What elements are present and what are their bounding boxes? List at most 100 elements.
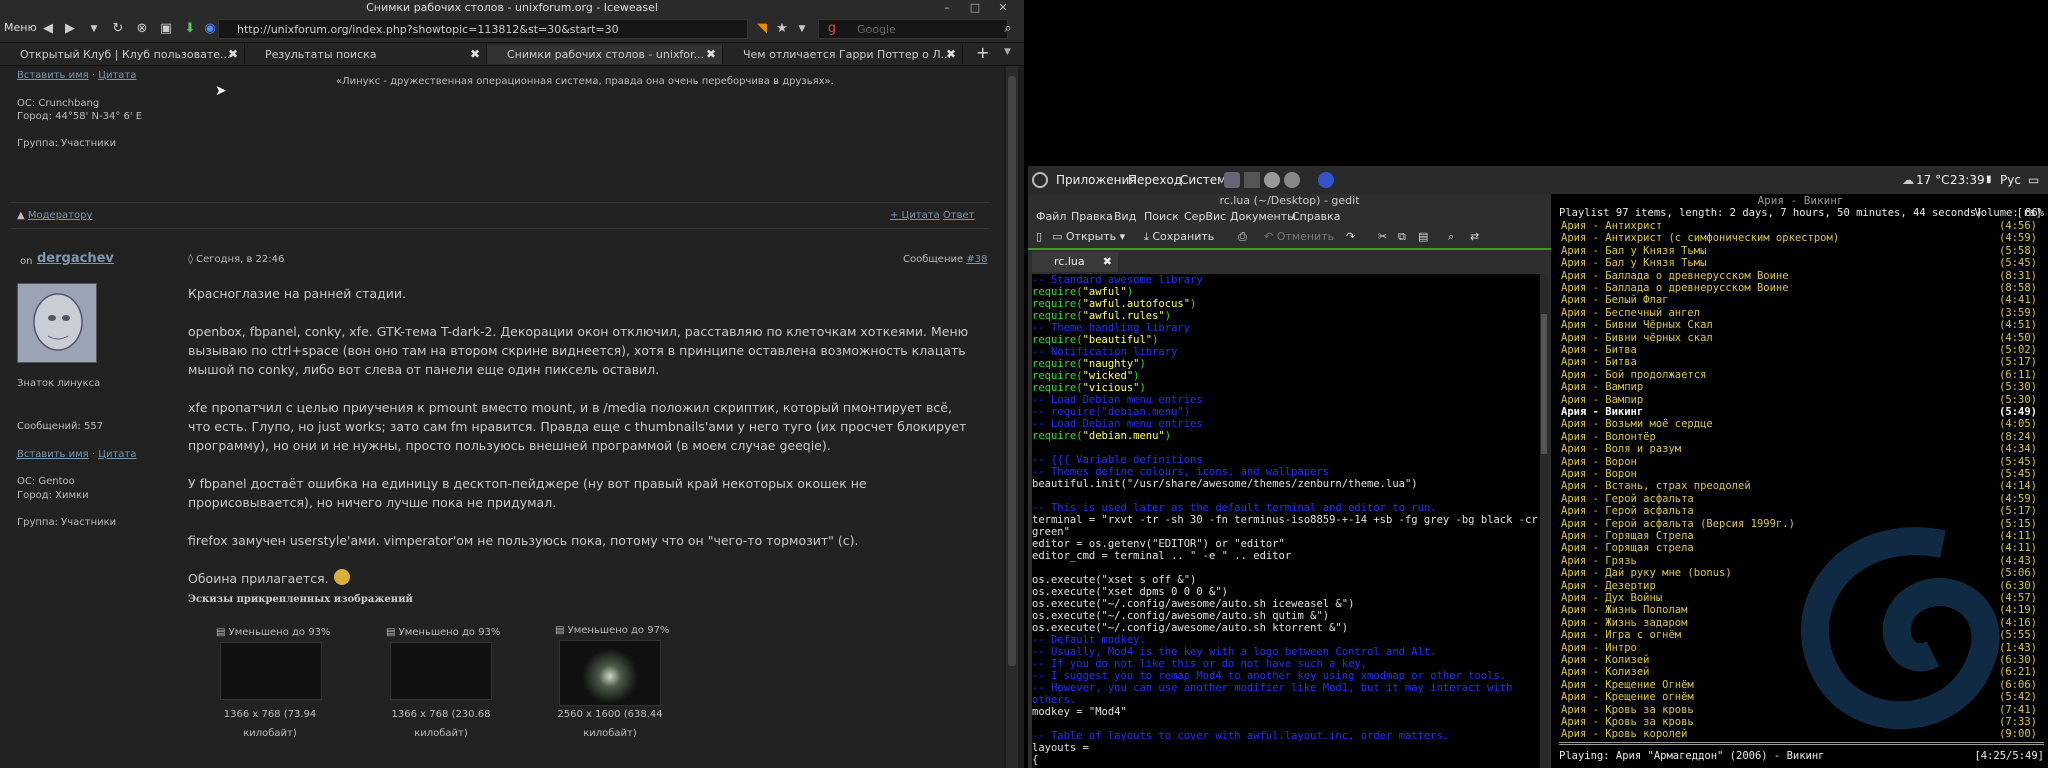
clock[interactable]: 23:39 [1950,166,1985,194]
playlist-item[interactable]: Ария - Бой продолжается (6:11) [1561,369,2045,381]
playlist-item[interactable]: Ария - Горящая стрела (4:11) [1561,542,2045,554]
playlist-item[interactable]: Ария - Бал у Князя Тьмы (5:45) [1561,257,2045,269]
playlist-item[interactable]: Ария - Горящая Стрела (4:11) [1561,530,2045,542]
menu-applications[interactable]: Приложения [1056,166,1137,194]
reload-button[interactable]: ↻ [108,19,128,39]
paste-icon[interactable]: ▤ [1418,226,1428,248]
launcher-icon[interactable] [1264,172,1280,188]
window-list-icon[interactable]: ▭ [2028,166,2039,194]
post-number-link[interactable]: #38 [966,254,987,265]
playlist-item[interactable]: Ария - Волонтёр (8:24) [1561,431,2045,443]
menu-documents[interactable]: Документы [1230,208,1296,226]
playlist-item[interactable]: Ария - Бивни чёрных скал (4:50) [1561,332,2045,344]
terminal-launcher-icon[interactable] [1244,172,1260,188]
playlist-item[interactable]: Ария - Ворон (5:45) [1561,456,2045,468]
power-icon[interactable]: ▮ [1986,166,1992,194]
progress-bar[interactable] [1559,742,2044,745]
playlist-item[interactable]: Ария - Вампир (5:30) [1561,394,2045,406]
menu-help[interactable]: Справка [1292,208,1340,226]
tab-open-club[interactable]: Открытый Клуб | Клуб пользовате... ✖ [0,45,245,64]
tab-desktop-screenshots[interactable]: Снимки рабочих столов - unixfor... ✖ [487,45,723,64]
keyboard-layout[interactable]: Рус [2000,166,2021,194]
distro-logo-icon[interactable] [1032,172,1048,188]
tab-search-results[interactable]: Результаты поиска ✖ [245,45,487,64]
close-tab-icon[interactable]: ✖ [946,45,956,64]
new-tab-button[interactable]: + [976,43,989,62]
playlist-item[interactable]: Ария - Жизнь Пополам (4:19) [1561,604,2045,616]
copy-icon[interactable]: ⧉ [1398,226,1406,248]
search-input[interactable]: Google [818,19,1008,39]
playlist-item[interactable]: Ария - Герой асфальта (5:17) [1561,505,2045,517]
playlist-item[interactable]: Ария - Колизей (6:21) [1561,666,2045,678]
redo-icon[interactable]: ↷ [1346,226,1355,248]
playlist-item[interactable]: Ария - Белый Флаг (4:41) [1561,294,2045,306]
playlist-item[interactable]: Ария - Жизнь задаром (4:16) [1561,617,2045,629]
undo-button[interactable]: ↶ Отменить [1264,226,1334,248]
close-tab-icon[interactable]: ✖ [228,45,238,64]
quote-link[interactable]: Цитата [98,449,136,460]
playlist-item[interactable]: Ария - Дезертир (6:30) [1561,580,2045,592]
attachment-3[interactable]: ▤ Уменьшено до 97% [555,625,685,706]
identity-icon[interactable]: ◉ [200,19,220,39]
stop-button[interactable]: ⊗ [132,19,152,39]
playlist-item[interactable]: Ария - Крещение огнём (5:42) [1561,691,2045,703]
tab-harry-potter[interactable]: Чем отличается Гарри Поттер о Л... ✖ [723,45,963,64]
bookmark-star-icon[interactable]: ★ [772,19,792,39]
paste-name-link[interactable]: Вставить имя [17,70,89,81]
playlist-item[interactable]: Ария - Крещение Огнём (6:06) [1561,679,2045,691]
rss-icon[interactable]: ◥ [752,19,772,39]
playlist-item[interactable]: Ария - Дай руку мне (bonus) (5:06) [1561,567,2045,579]
tab-rc-lua[interactable]: rc.lua ✖ [1032,252,1118,272]
find-icon[interactable]: ⌕ [1448,226,1454,248]
attachment-thumbnail[interactable] [559,640,661,706]
attachment-1[interactable]: ▤ Уменьшено до 93% [216,627,346,700]
playlist-item[interactable]: Ария - Герой асфальта (4:59) [1561,493,2045,505]
download-icon[interactable]: ⬇ [180,19,200,39]
home-icon[interactable]: ▣ [156,19,176,39]
print-icon[interactable]: ⎙ [1238,226,1247,248]
playlist-item[interactable]: Ария - Антихрист (с симфоническим оркест… [1561,232,2045,244]
playlist-item[interactable]: Ария - Бал у Князя Тьмы (5:58) [1561,245,2045,257]
playlist-item[interactable]: Ария - Антихрист (4:56) [1561,220,2045,232]
save-button[interactable]: ⤓ Сохранить [1144,226,1214,248]
attachment-thumbnail[interactable] [390,642,492,700]
reply-link[interactable]: Ответ [943,210,975,221]
playlist-item[interactable]: Ария - Кровь за кровь (7:41) [1561,704,2045,716]
menu-search[interactable]: Поиск [1144,208,1179,226]
playlist-item[interactable]: Ария - Вампир (5:30) [1561,381,2045,393]
plus-quote-link[interactable]: + Цитата [890,210,940,221]
close-window-button[interactable]: ✕ [992,0,1014,16]
bookmark-dropdown-icon[interactable]: ▼ [792,19,812,39]
page-scrollbar[interactable] [1006,66,1018,768]
moderator-link[interactable]: Модератору [28,210,93,221]
launcher-icon[interactable] [1224,172,1240,188]
paste-name-link[interactable]: Вставить имя [17,449,89,460]
open-button[interactable]: ▭ Открыть ▾ [1052,226,1125,248]
playlist-item[interactable]: Ария - Игра с огнём (5:55) [1561,629,2045,641]
close-tab-icon[interactable]: ✖ [1103,252,1112,272]
browser-launcher-icon[interactable] [1318,172,1334,188]
attachment-thumbnail[interactable] [220,642,322,700]
playlist-item[interactable]: Ария - Кровь королей (9:00) [1561,728,2045,740]
close-tab-icon[interactable]: ✖ [706,45,716,64]
editor-scrollbar[interactable] [1540,274,1548,768]
url-bar[interactable]: http://unixforum.org/index.php?showtopic… [218,19,748,39]
playlist-item[interactable]: Ария - Баллада о древнерусском Воине (8:5… [1561,282,2045,294]
playlist-item[interactable]: Ария - Интро (1:43) [1561,642,2045,654]
forward-button[interactable]: ▶ [60,19,80,39]
playlist-item[interactable]: Ария - Беспечный ангел (3:59) [1561,307,2045,319]
maximize-button[interactable]: □ [964,0,986,16]
playlist-item[interactable]: Ария - Битва (5:17) [1561,356,2045,368]
scrollbar-thumb[interactable] [1008,76,1016,666]
playlist-item[interactable]: Ария - Возьми моё сердце (4:05) [1561,418,2045,430]
playlist-item[interactable]: Ария - Битва (5:02) [1561,344,2045,356]
replace-icon[interactable]: ⇄ [1470,226,1479,248]
playlist-item[interactable]: Ария - Воля и разум (4:34) [1561,443,2045,455]
launcher-icon[interactable] [1284,172,1300,188]
playlist-item[interactable]: Ария - Встань, страх преодолей (4:14) [1561,480,2045,492]
playlist-item[interactable]: Ария - Колизей (6:30) [1561,654,2045,666]
menu-tools[interactable]: СерВис [1184,208,1226,226]
back-button[interactable]: ◀ [38,19,58,39]
google-icon[interactable]: g [822,19,842,39]
menu-file[interactable]: Файл [1036,208,1066,226]
